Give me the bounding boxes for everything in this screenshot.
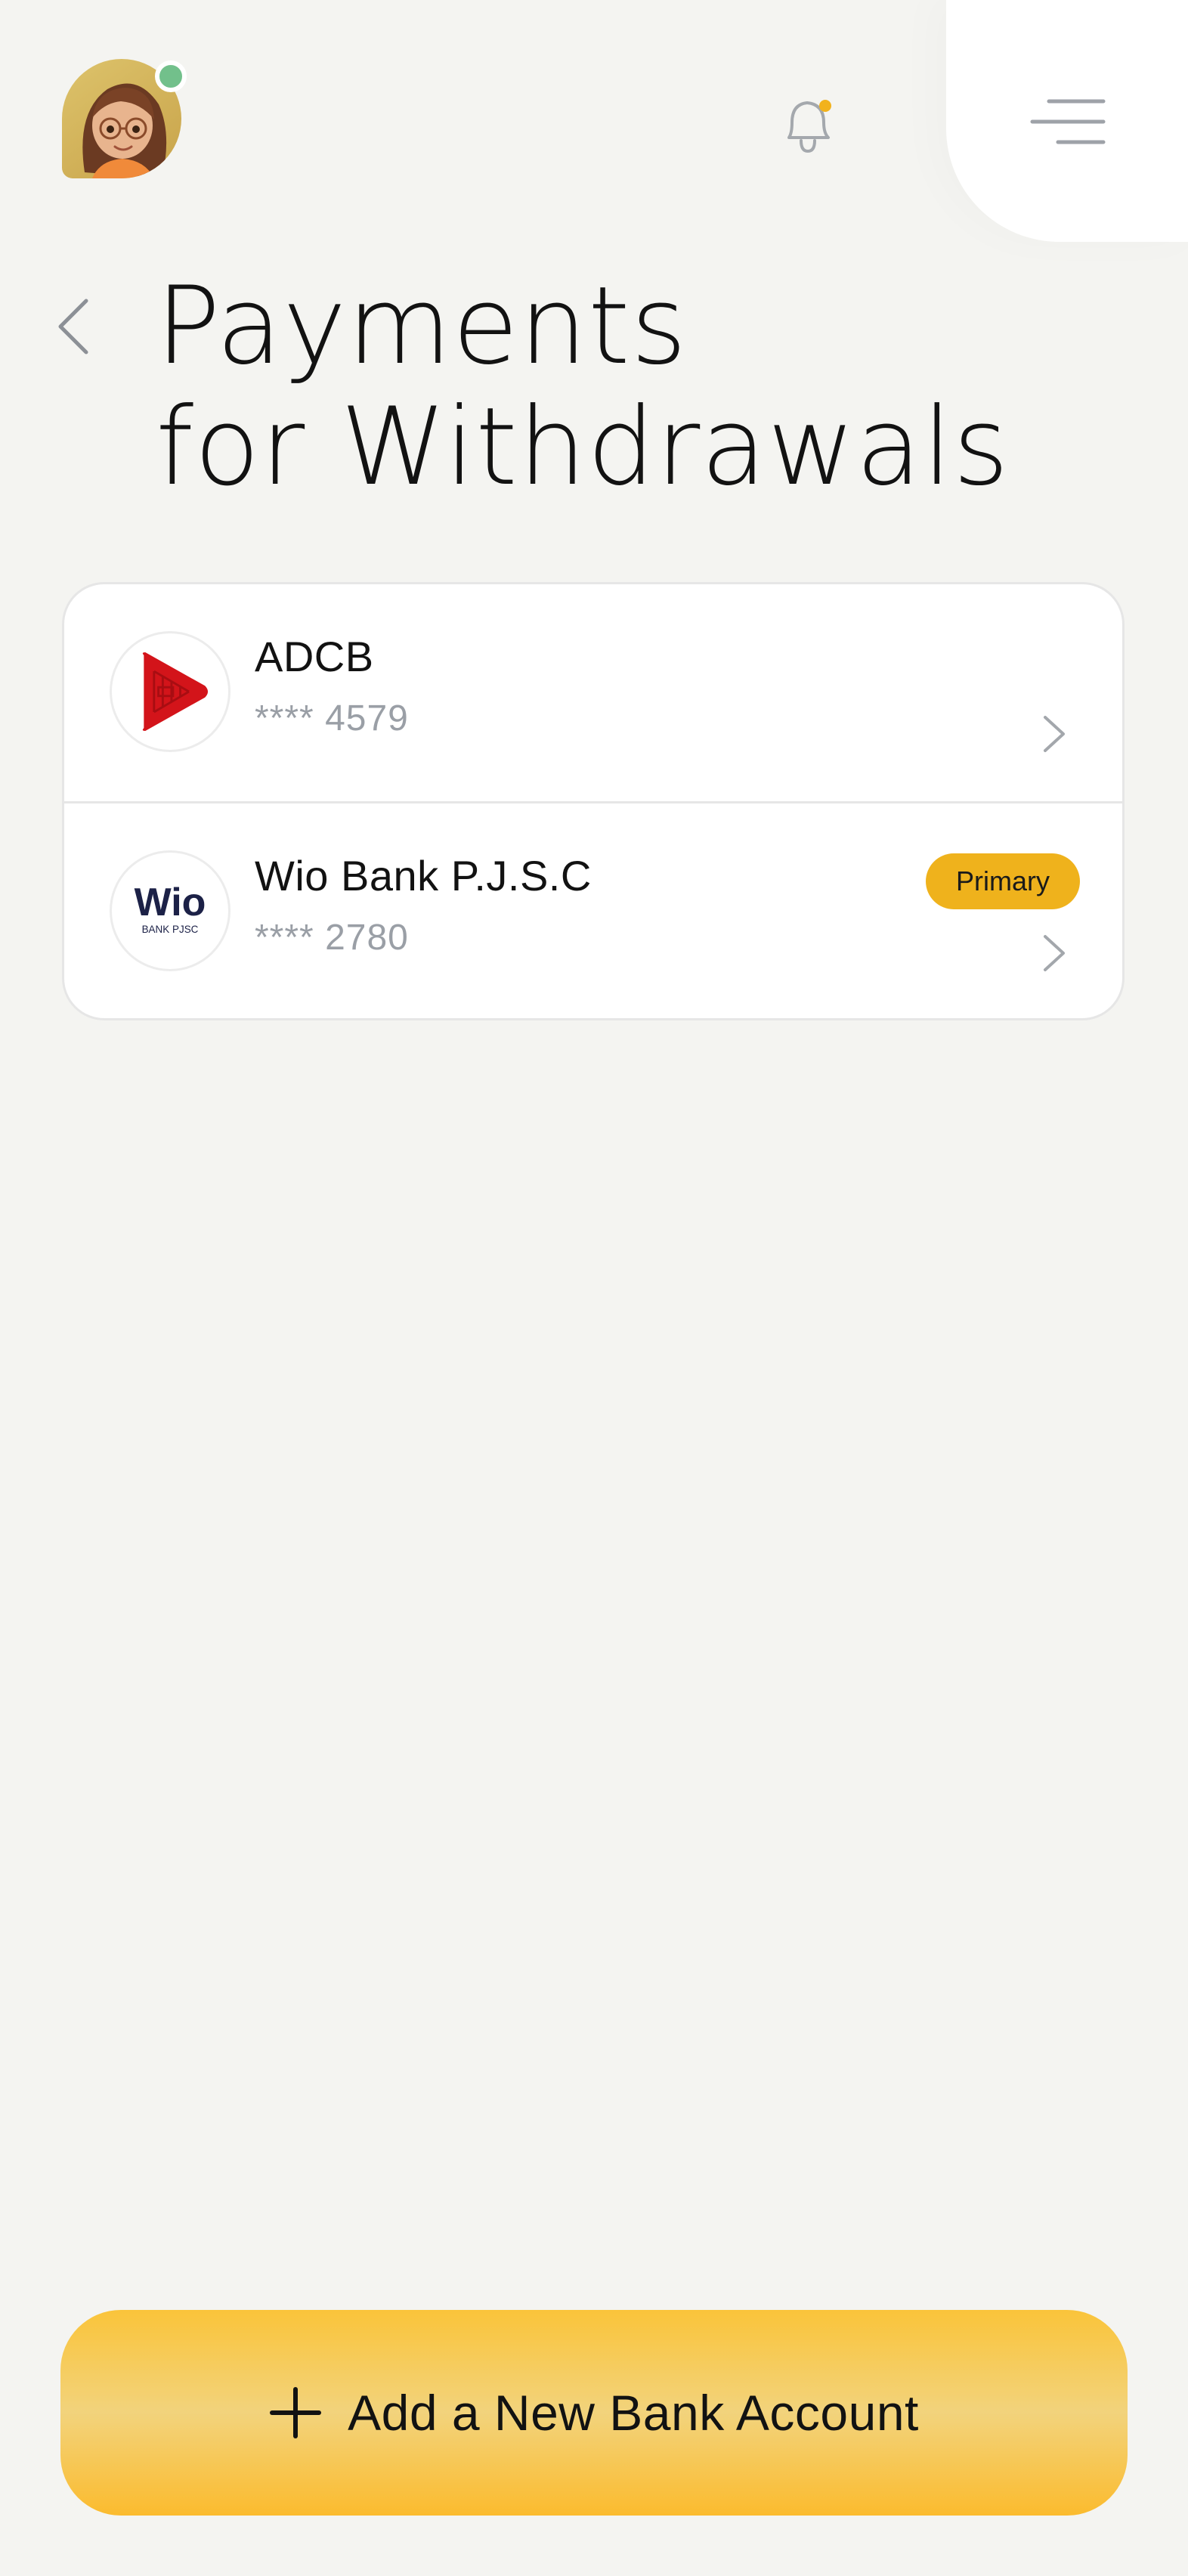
bank-name: Wio Bank P.J.S.C (255, 852, 592, 899)
primary-badge: Primary (926, 853, 1080, 909)
account-mask: **** (255, 918, 314, 958)
add-bank-account-button[interactable]: Add a New Bank Account (60, 2310, 1128, 2516)
bank-name: ADCB (255, 633, 374, 680)
wio-logo-text: Wio (135, 881, 206, 924)
bank-account-row-adcb[interactable]: ADCB **** 4579 (64, 584, 1122, 803)
account-mask: **** (255, 698, 314, 738)
adcb-logo (110, 631, 230, 752)
page-title: Payments for Withdrawals (156, 266, 1138, 508)
chevron-right-icon (1039, 711, 1069, 757)
page-title-line-2: for Withdrawals (156, 385, 1010, 509)
bell-icon (787, 100, 831, 153)
chevron-right-icon (1039, 930, 1069, 976)
plus-icon (269, 2386, 322, 2439)
page-title-line-1: Payments (156, 264, 688, 389)
back-button[interactable] (53, 296, 95, 357)
menu-icon (1030, 99, 1106, 144)
account-number: **** 4579 (255, 696, 409, 742)
bank-account-row-wio[interactable]: Wio BANK PJSC Wio Bank P.J.S.C **** 2780… (64, 803, 1122, 1018)
chevron-left-icon (58, 299, 88, 355)
account-last4: 4579 (325, 698, 409, 738)
menu-button[interactable] (1028, 95, 1106, 148)
online-status-dot (155, 60, 187, 92)
wio-logo-icon: Wio BANK PJSC (135, 881, 206, 935)
adcb-logo-icon (142, 652, 209, 731)
wio-logo: Wio BANK PJSC (110, 850, 230, 971)
add-bank-account-label: Add a New Bank Account (348, 2385, 919, 2441)
bank-accounts-list: ADCB **** 4579 Wio BANK PJSC Wio Bank P.… (62, 582, 1125, 1020)
wio-logo-subtext: BANK PJSC (142, 924, 199, 935)
notifications-button[interactable] (774, 88, 843, 160)
account-number: **** 2780 (255, 915, 409, 961)
account-last4: 2780 (325, 918, 409, 958)
